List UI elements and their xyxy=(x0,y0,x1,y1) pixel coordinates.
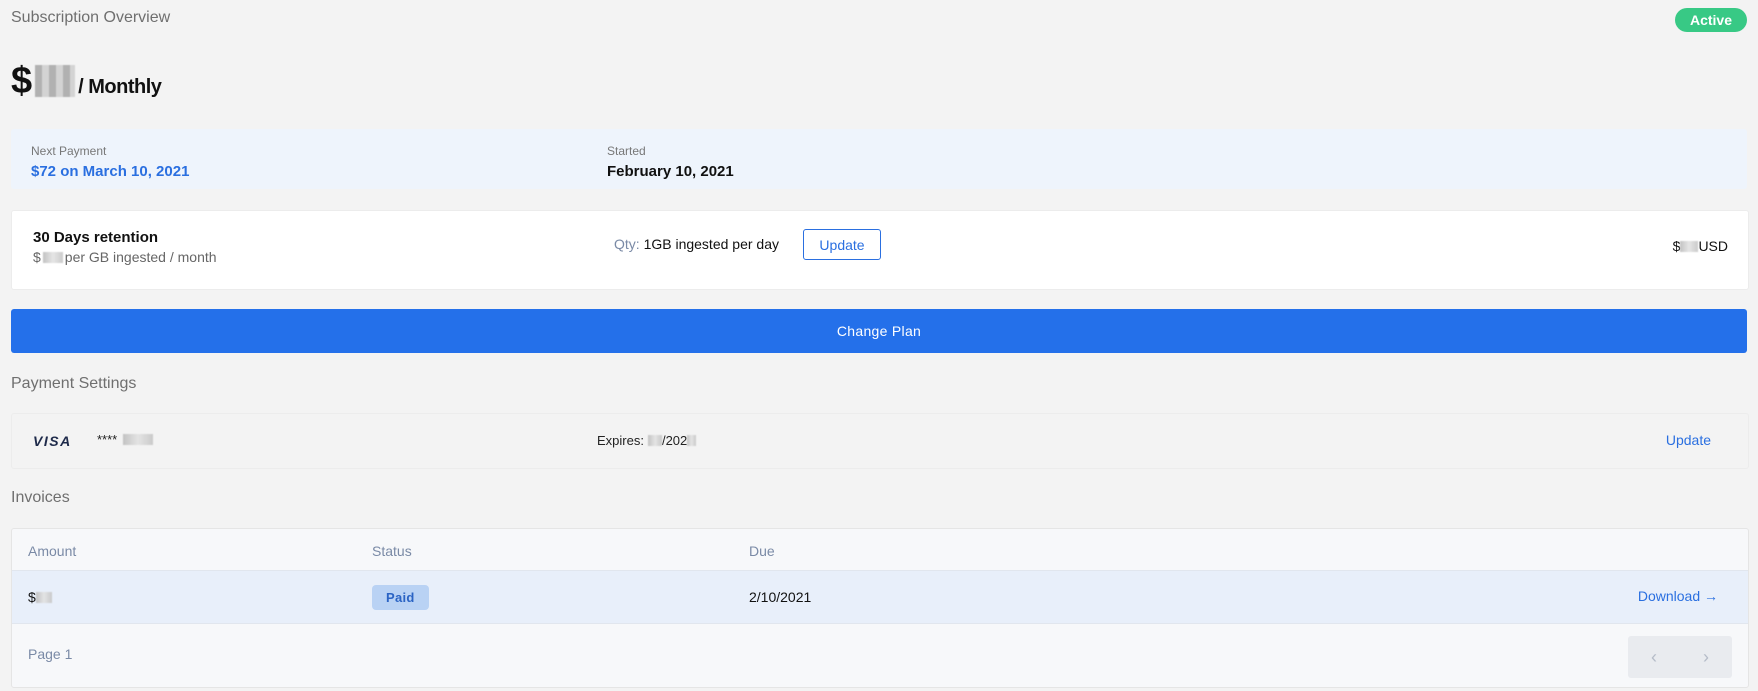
rate-currency: $ xyxy=(33,249,41,265)
paid-status-badge: Paid xyxy=(372,585,429,610)
card-expiry: Expires: /202 xyxy=(597,433,697,448)
plan-rate: $ per GB ingested / month xyxy=(33,249,217,265)
redacted-expiry-month xyxy=(647,435,662,446)
column-header-status: Status xyxy=(372,543,412,559)
payment-method-row: VISA **** Expires: /202 Update xyxy=(11,413,1749,469)
started: Started February 10, 2021 xyxy=(607,144,734,180)
redacted-amount xyxy=(35,591,52,603)
visa-logo-icon: VISA xyxy=(33,433,72,449)
next-payment-label: Next Payment xyxy=(31,144,107,158)
invoice-amount: $ xyxy=(28,589,52,605)
arrow-right-icon: → xyxy=(1704,588,1718,604)
change-plan-button[interactable]: Change Plan xyxy=(11,309,1747,353)
redacted-card-digits xyxy=(123,434,154,445)
payment-settings-title: Payment Settings xyxy=(11,375,137,392)
total-unit: USD xyxy=(1698,238,1728,254)
next-payment-value: $72 on March 10, 2021 xyxy=(31,163,190,180)
status-badge: Active xyxy=(1674,8,1747,32)
price-display: $ / Monthly xyxy=(11,60,162,103)
update-payment-link[interactable]: Update xyxy=(1666,432,1711,448)
invoices-table: Amount Status Due $ Paid 2/10/2021 Downl… xyxy=(11,528,1749,688)
card-mask: **** xyxy=(97,432,118,447)
redacted-price xyxy=(35,65,76,97)
update-quantity-button[interactable]: Update xyxy=(803,229,881,260)
redacted-expiry-year xyxy=(687,435,697,446)
card-number: **** xyxy=(97,432,154,447)
redacted-total xyxy=(1680,240,1699,252)
previous-page-icon[interactable]: ‹ xyxy=(1628,636,1680,678)
rate-unit: per GB ingested / month xyxy=(64,249,217,265)
price-currency: $ xyxy=(11,60,33,102)
next-payment: Next Payment $72 on March 10, 2021 xyxy=(31,144,189,180)
next-page-icon[interactable]: › xyxy=(1680,636,1732,678)
total-currency: $ xyxy=(1672,238,1681,254)
plan-total: $ USD xyxy=(1673,238,1728,254)
redacted-rate xyxy=(42,251,63,263)
started-label: Started xyxy=(607,144,646,158)
amount-currency: $ xyxy=(28,589,36,605)
expires-label: Expires: xyxy=(597,433,644,448)
started-value: February 10, 2021 xyxy=(607,163,734,180)
payment-info-panel: Next Payment $72 on March 10, 2021 Start… xyxy=(11,129,1747,189)
download-label: Download xyxy=(1637,588,1701,604)
column-header-amount: Amount xyxy=(28,543,77,559)
plan-card: 30 Days retention $ per GB ingested / mo… xyxy=(11,210,1749,290)
invoice-due-date: 2/10/2021 xyxy=(749,589,812,605)
qty-value: 1GB ingested per day xyxy=(643,236,779,252)
page-indicator: Page 1 xyxy=(28,646,73,662)
qty-label: Qty: xyxy=(614,236,640,252)
expires-year: /202 xyxy=(661,433,688,448)
table-row: $ Paid 2/10/2021 Download → xyxy=(12,570,1748,624)
pagination-controls: ‹ › xyxy=(1628,636,1732,678)
plan-quantity: Qty: 1GB ingested per day xyxy=(614,236,779,252)
plan-name: 30 Days retention xyxy=(33,229,159,246)
download-invoice-link[interactable]: Download → xyxy=(1638,588,1718,604)
price-period: / Monthly xyxy=(78,76,162,98)
page-title: Subscription Overview xyxy=(11,9,171,26)
invoices-title: Invoices xyxy=(11,489,70,506)
column-header-due: Due xyxy=(749,543,775,559)
